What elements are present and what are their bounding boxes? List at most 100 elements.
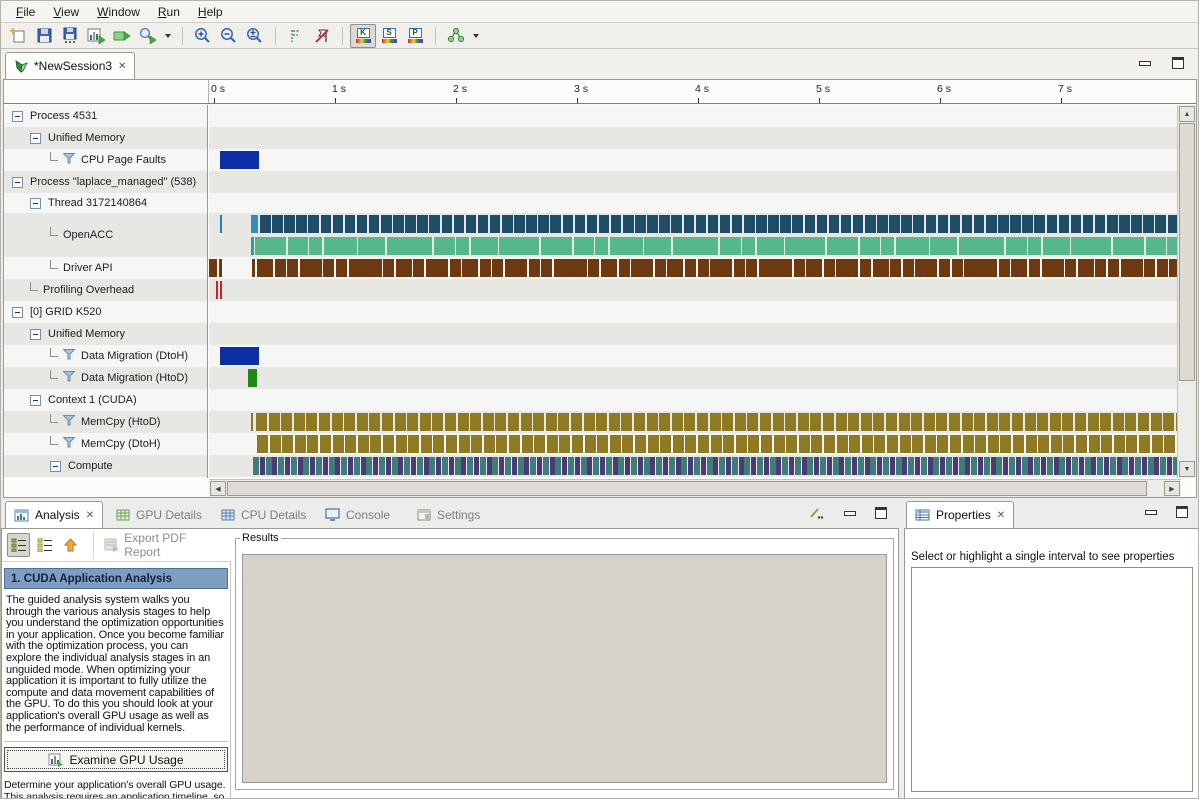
- interval-bar[interactable]: [335, 457, 340, 475]
- interval-bar[interactable]: [366, 457, 372, 475]
- interval-bar[interactable]: [663, 457, 668, 475]
- interval-bar[interactable]: [509, 435, 520, 453]
- interval-bar[interactable]: [1026, 435, 1037, 453]
- collapse-icon[interactable]: [50, 461, 61, 472]
- interval-bar[interactable]: [887, 435, 898, 453]
- interval-bar[interactable]: [785, 237, 825, 255]
- tab-settings[interactable]: Settings: [409, 501, 494, 528]
- interval-bar[interactable]: [860, 237, 880, 255]
- interval-bar[interactable]: [487, 457, 492, 475]
- interval-bar[interactable]: [310, 457, 315, 475]
- interval-bar[interactable]: [638, 457, 643, 475]
- interval-bar[interactable]: [798, 413, 809, 431]
- interval-bar[interactable]: [495, 413, 506, 431]
- interval-bar[interactable]: [696, 215, 707, 233]
- interval-bar[interactable]: [1163, 413, 1174, 431]
- interval-bar[interactable]: [518, 457, 524, 475]
- interval-bar[interactable]: [1107, 215, 1118, 233]
- zoom-in-button[interactable]: [190, 24, 216, 48]
- interval-bar[interactable]: [744, 457, 750, 475]
- interval-bar[interactable]: [1129, 457, 1134, 475]
- interval-bar[interactable]: [382, 413, 393, 431]
- interval-bar[interactable]: [913, 215, 924, 233]
- timeline-track-openacc[interactable]: [209, 213, 1180, 257]
- interval-bar[interactable]: [533, 413, 544, 431]
- interval-bar[interactable]: [381, 215, 392, 233]
- timeline-track-unified-memory-gpu[interactable]: [209, 323, 1180, 345]
- interval-bar[interactable]: [595, 237, 608, 255]
- timeline-track-driver-api[interactable]: [209, 257, 1180, 279]
- interval-bar[interactable]: [1126, 435, 1137, 453]
- interval-bar[interactable]: [502, 215, 513, 233]
- interval-bar[interactable]: [881, 237, 894, 255]
- interval-bar[interactable]: [726, 457, 731, 475]
- interval-bar[interactable]: [255, 237, 286, 255]
- interval-bar[interactable]: [975, 435, 986, 453]
- interval-bar[interactable]: [1071, 215, 1082, 233]
- interval-bar[interactable]: [928, 457, 933, 475]
- collapse-icon[interactable]: [12, 307, 23, 318]
- timeline-row-label-thread-3172140864[interactable]: Thread 3172140864: [4, 193, 207, 213]
- filter-icon[interactable]: [63, 437, 75, 451]
- timeline-track-compute[interactable]: [209, 455, 1180, 477]
- interval-bar[interactable]: [558, 413, 569, 431]
- interval-bar[interactable]: [555, 457, 561, 475]
- interval-bar[interactable]: [345, 215, 356, 233]
- interval-bar[interactable]: [903, 259, 914, 277]
- interval-bar[interactable]: [1013, 435, 1024, 453]
- interval-bar[interactable]: [685, 259, 696, 277]
- interval-bar[interactable]: [860, 259, 871, 277]
- interval-bar[interactable]: [713, 457, 718, 475]
- interval-bar[interactable]: [288, 237, 308, 255]
- interval-bar[interactable]: [563, 215, 574, 233]
- interval-bar[interactable]: [587, 457, 592, 475]
- interval-bar[interactable]: [251, 413, 253, 431]
- interval-bar[interactable]: [1054, 457, 1059, 475]
- interval-bar[interactable]: [644, 237, 671, 255]
- interval-bar[interactable]: [681, 457, 687, 475]
- interval-bar[interactable]: [296, 215, 307, 233]
- interval-bar[interactable]: [719, 457, 725, 475]
- save-button[interactable]: [31, 24, 57, 48]
- scroll-up-icon[interactable]: ▲: [1179, 106, 1195, 122]
- collapse-icon[interactable]: [30, 198, 41, 209]
- interval-bar[interactable]: [369, 215, 380, 233]
- interval-bar[interactable]: [413, 259, 424, 277]
- interval-bar[interactable]: [698, 259, 709, 277]
- interval-bar[interactable]: [1113, 413, 1124, 431]
- filter-icon[interactable]: [63, 153, 75, 167]
- interval-bar[interactable]: [478, 215, 489, 233]
- interval-bar[interactable]: [732, 457, 738, 475]
- interval-bar[interactable]: [1042, 259, 1064, 277]
- view-menu-icon[interactable]: [808, 506, 823, 520]
- interval-bar[interactable]: [574, 237, 594, 255]
- timeline-row-label-profiling-overhead[interactable]: Profiling Overhead: [4, 279, 207, 301]
- interval-bar[interactable]: [572, 435, 583, 453]
- timeline-track-memcpy-htod[interactable]: [209, 411, 1180, 433]
- interval-bar[interactable]: [521, 413, 532, 431]
- interval-bar[interactable]: [256, 413, 267, 431]
- interval-bar[interactable]: [1025, 413, 1036, 431]
- interval-bar[interactable]: [1065, 259, 1076, 277]
- menu-item-help[interactable]: Help: [189, 3, 232, 21]
- interval-bar[interactable]: [220, 215, 222, 233]
- interval-bar[interactable]: [417, 215, 428, 233]
- interval-bar[interactable]: [811, 435, 822, 453]
- interval-bar[interactable]: [952, 259, 963, 277]
- interval-bar[interactable]: [1157, 259, 1168, 277]
- interval-bar[interactable]: [1097, 457, 1103, 475]
- timeline-row-label-openacc[interactable]: OpenACC: [4, 213, 207, 257]
- interval-bar[interactable]: [999, 259, 1010, 277]
- interval-bar[interactable]: [971, 457, 977, 475]
- interval-bar[interactable]: [996, 457, 1002, 475]
- interval-bar[interactable]: [336, 259, 347, 277]
- interval-bar[interactable]: [965, 457, 970, 475]
- interval-bar[interactable]: [930, 237, 957, 255]
- interval-bar[interactable]: [395, 413, 406, 431]
- interval-bar[interactable]: [383, 259, 394, 277]
- interval-bar[interactable]: [522, 435, 533, 453]
- interval-bar[interactable]: [348, 457, 353, 475]
- interval-bar[interactable]: [684, 215, 695, 233]
- interval-bar[interactable]: [470, 413, 481, 431]
- interval-bar[interactable]: [496, 435, 507, 453]
